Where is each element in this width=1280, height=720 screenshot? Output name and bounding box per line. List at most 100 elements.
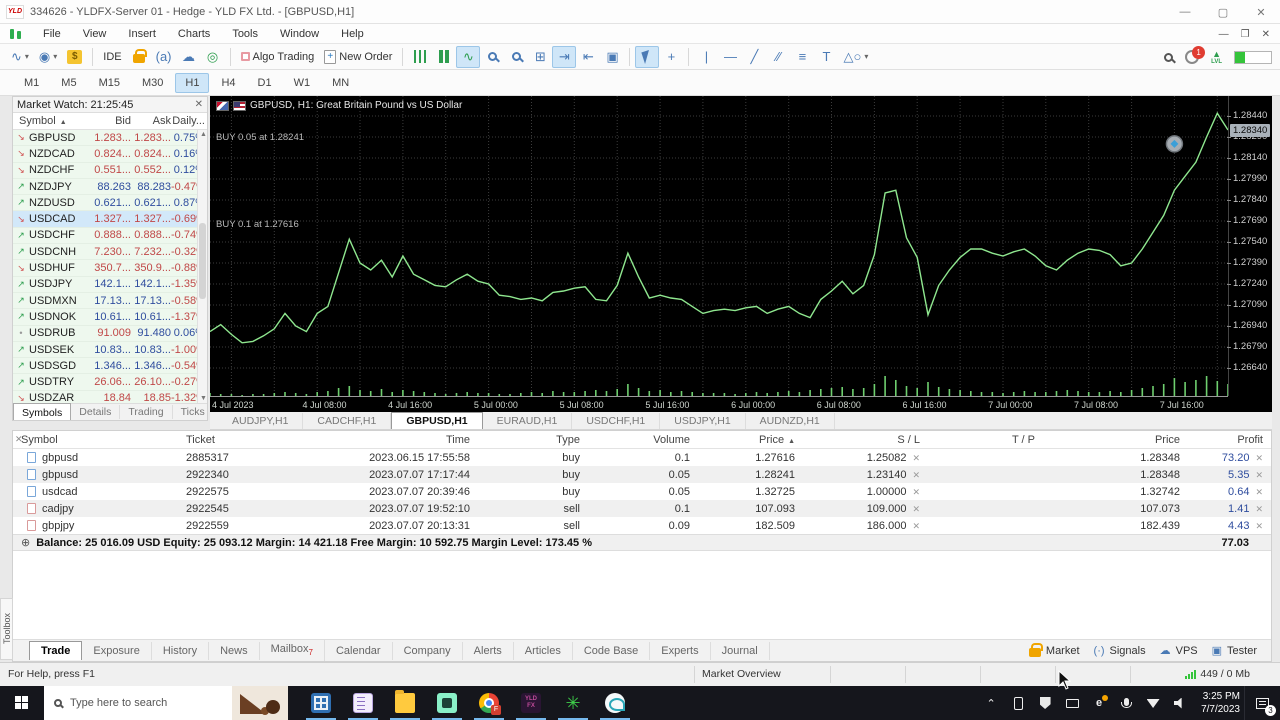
trade-row[interactable]: gbpjpy 2922559 2023.07.07 20:13:31 sell 0.09… (13, 517, 1271, 534)
column-symbol[interactable]: Symbol ▲ (13, 115, 85, 127)
trade-row[interactable]: cadjpy 2922545 2023.07.07 19:52:10 sell 0.1 1… (13, 500, 1271, 517)
market-watch-scrollbar[interactable]: ▲ ▼ (197, 130, 207, 403)
vps-button[interactable]: ☁ VPS (1160, 644, 1198, 658)
vertical-line-button[interactable]: | (694, 46, 718, 68)
taskbar-app-yldfx[interactable]: YLD FX (510, 686, 552, 720)
tray-shield-icon[interactable] (1038, 696, 1052, 710)
child-minimize-button[interactable]: — (1219, 29, 1229, 40)
menu-window[interactable]: Window (269, 26, 330, 42)
ide-button[interactable]: IDE (98, 46, 126, 68)
auto-scroll-button[interactable]: ▣ (600, 46, 624, 68)
deposit-button[interactable]: $ (62, 46, 87, 68)
menu-file[interactable]: File (32, 26, 72, 42)
remove-sl-icon[interactable]: ✕ (912, 453, 920, 463)
trade-row[interactable]: usdcad 2922575 2023.07.07 20:39:46 buy 0.05 1… (13, 483, 1271, 500)
chart-tab-audjpy[interactable]: AUDJPY,H1 (218, 413, 304, 429)
new-order-button[interactable]: + New Order (319, 46, 397, 68)
trade-column-ticket[interactable]: Ticket (178, 434, 328, 446)
market-watch-row[interactable]: ↗ USDSEK 10.83... 10.83... -1.00% (13, 341, 207, 359)
text-label-button[interactable]: T (814, 46, 838, 68)
market-button[interactable]: Market (1028, 643, 1080, 657)
toolbox-close-icon[interactable]: ✕ (15, 434, 23, 445)
close-position-icon[interactable]: ✕ (1255, 521, 1263, 531)
market-watch-row[interactable]: ↗ USDTRY 26.06... 26.10... -0.27% (13, 374, 207, 391)
close-position-icon[interactable]: ✕ (1255, 487, 1263, 497)
taskbar-app-explorer[interactable] (384, 686, 426, 720)
toolbox-tab-news[interactable]: News (209, 641, 260, 660)
maximize-button[interactable]: ▢ (1204, 0, 1242, 24)
menu-insert[interactable]: Insert (117, 26, 167, 42)
trade-column-price[interactable]: Price (1043, 434, 1188, 446)
shift-left-button[interactable]: ⇤ (576, 46, 600, 68)
timeframe-h4[interactable]: H4 (211, 73, 245, 93)
market-watch-tab-ticks[interactable]: Ticks (173, 405, 214, 419)
candlestick-button[interactable] (432, 46, 456, 68)
signals-button[interactable]: (·) Signals (1094, 645, 1146, 657)
tile-windows-button[interactable]: ⊞ (528, 46, 552, 68)
search-icon[interactable] (1164, 52, 1174, 62)
tester-button[interactable]: ▣ Tester (1212, 644, 1257, 658)
taskbar-app-journal[interactable] (342, 686, 384, 720)
toolbox-tab-company[interactable]: Company (393, 641, 463, 660)
trade-row[interactable]: gbpusd 2922340 2023.07.07 17:17:44 buy 0.05 1… (13, 466, 1271, 483)
tray-edge-icon[interactable]: e (1092, 695, 1109, 710)
toolbox-tab-code-base[interactable]: Code Base (573, 641, 651, 660)
market-watch-tab-trading[interactable]: Trading (120, 405, 173, 419)
toolbox-tab-journal[interactable]: Journal (711, 641, 770, 660)
market-watch-row[interactable]: ↘ NZDCHF 0.551... 0.552... 0.12% (13, 162, 207, 179)
column-daily[interactable]: Daily... (171, 115, 207, 127)
trade-column-type[interactable]: Type (478, 434, 588, 446)
remove-sl-icon[interactable]: ✕ (912, 504, 920, 514)
close-position-icon[interactable]: ✕ (1255, 504, 1263, 514)
timeframe-h1[interactable]: H1 (175, 72, 210, 93)
market-watch-row[interactable]: ↘ USDHUF 350.7... 350.9... -0.88% (13, 260, 207, 277)
timeframe-m30[interactable]: M30 (132, 73, 173, 93)
market-watch-close-icon[interactable]: ✕ (195, 99, 203, 110)
market-watch-row[interactable]: ↗ USDSGD 1.346... 1.346... -0.54% (13, 358, 207, 375)
close-button[interactable]: ✕ (1242, 0, 1280, 24)
chart-tab-audnzd[interactable]: AUDNZD,H1 (746, 413, 835, 429)
time-axis[interactable]: 4 Jul 2023 4 Jul 08:00 4 Jul 16:00 5 Jul 00… (210, 396, 1228, 412)
trade-column-tp[interactable]: T / P (928, 434, 1043, 446)
toolbox-tab-calendar[interactable]: Calendar (325, 641, 393, 660)
column-ask[interactable]: Ask (131, 115, 171, 127)
chart-tab-usdjpy[interactable]: USDJPY,H1 (660, 413, 746, 429)
taskbar-app-greenstar[interactable]: ✳ (552, 686, 594, 720)
bar-chart-button[interactable] (408, 46, 432, 68)
trade-column-symbol[interactable]: Symbol (13, 434, 178, 446)
timeframe-mn[interactable]: MN (322, 73, 359, 93)
chart-tab-gbpusd[interactable]: GBPUSD,H1 (391, 412, 483, 429)
crosshair-button[interactable]: + (659, 46, 683, 68)
market-watch-row[interactable]: ↘ USDZAR 18.84 18.85 -1.32% (13, 390, 207, 403)
start-button[interactable] (0, 686, 44, 720)
trade-column-time[interactable]: Time (328, 434, 478, 446)
profiles-button[interactable]: ◉ ▾ (34, 46, 62, 68)
close-position-icon[interactable]: ✕ (1255, 453, 1263, 463)
notifications-icon[interactable]: 1 (1185, 46, 1206, 64)
timeframe-d1[interactable]: D1 (248, 73, 282, 93)
market-watch-row[interactable]: ↘ USDCAD 1.327... 1.327... -0.69% (13, 211, 207, 228)
timeframe-m1[interactable]: M1 (14, 73, 49, 93)
market-bag-button[interactable] (127, 46, 151, 68)
chart-tab-usdchf[interactable]: USDCHF,H1 (572, 413, 661, 429)
tray-expand-icon[interactable]: ⌃ (984, 696, 998, 710)
remove-sl-icon[interactable]: ✕ (912, 470, 920, 480)
trade-column-price[interactable]: Price ▲ (698, 434, 803, 446)
toolbox-tab-mailbox[interactable]: Mailbox7 (260, 640, 325, 661)
remove-sl-icon[interactable]: ✕ (912, 487, 920, 497)
horizontal-line-button[interactable]: — (718, 46, 742, 68)
price-axis[interactable]: 1.284401.282901.281401.279901.278401.276… (1226, 96, 1272, 396)
market-watch-row[interactable]: ↗ USDCHF 0.888... 0.888... -0.74% (13, 227, 207, 245)
tray-mic-icon[interactable] (1119, 696, 1133, 710)
timeframe-w1[interactable]: W1 (284, 73, 321, 93)
market-watch-row[interactable]: ↗ NZDUSD 0.621... 0.621... 0.87% (13, 195, 207, 212)
menu-view[interactable]: View (72, 26, 118, 42)
toolbox-side-tab[interactable]: Toolbox (0, 598, 13, 660)
action-center-button[interactable]: 3 (1244, 686, 1280, 720)
vps-cloud-button[interactable]: ☁ (177, 46, 201, 68)
plus-circle-icon[interactable]: ⊕ (21, 536, 30, 549)
algo-trading-button[interactable]: Algo Trading (236, 46, 320, 68)
toolbox-tab-exposure[interactable]: Exposure (82, 641, 152, 660)
taskbar-search[interactable]: Type here to search (44, 686, 288, 720)
toolbox-tab-articles[interactable]: Articles (514, 641, 573, 660)
